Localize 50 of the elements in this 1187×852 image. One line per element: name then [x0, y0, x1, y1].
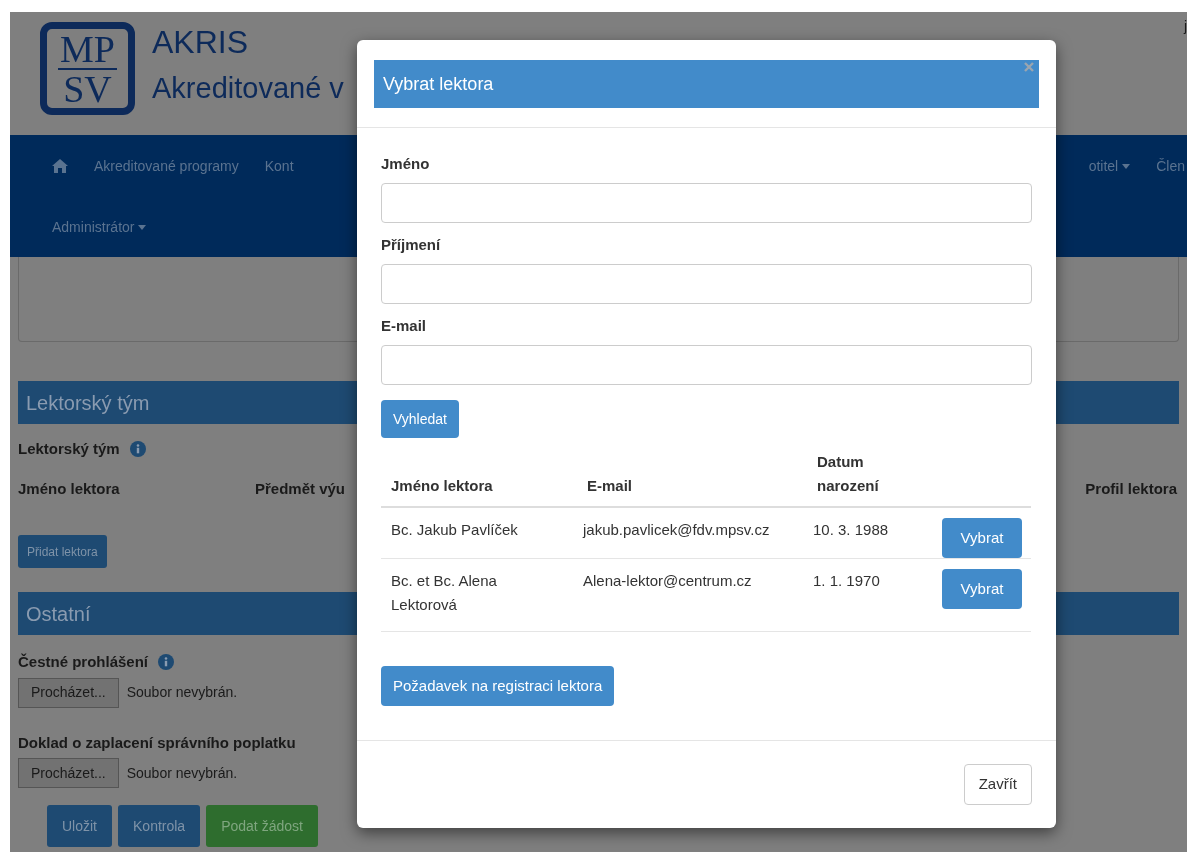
- site-title: AKRIS: [152, 23, 250, 62]
- column-header: E-mail: [587, 476, 632, 496]
- file-status: Soubor nevybrán.: [126, 683, 238, 702]
- action-button[interactable]: Uložit: [47, 805, 112, 847]
- column-header: Předmět výu: [255, 478, 346, 499]
- column-header: Jméno lektora: [391, 476, 493, 496]
- select-button[interactable]: Vybrat: [942, 518, 1022, 558]
- action-button[interactable]: Kontrola: [118, 805, 201, 847]
- field-label: Příjmení: [381, 235, 442, 255]
- select-button[interactable]: Vybrat: [942, 569, 1022, 609]
- field-label: E-mail: [381, 316, 427, 336]
- search-button[interactable]: Vyhledat: [381, 400, 459, 438]
- file-status: Soubor nevybrán.: [126, 763, 238, 783]
- info-icon: [158, 654, 175, 671]
- site-subtitle: Akreditované v: [152, 71, 344, 106]
- action-button[interactable]: Podat žádost: [206, 805, 318, 847]
- nav-link[interactable]: Kont: [264, 155, 294, 177]
- text-input[interactable]: [381, 183, 1032, 223]
- field-label: Jméno: [381, 154, 431, 174]
- table-cell: Alena-lektor@centrum.cz: [583, 572, 752, 589]
- close-icon[interactable]: [1024, 62, 1034, 72]
- nav-link[interactable]: Člen: [1156, 155, 1185, 177]
- nav-link[interactable]: Administrátor: [52, 216, 147, 238]
- logo-text: SV: [62, 69, 113, 108]
- column-header: Profil lektora: [1085, 478, 1178, 499]
- add-lecturer-button[interactable]: Přidat lektora: [18, 535, 107, 568]
- home-icon[interactable]: [52, 159, 68, 173]
- register-button[interactable]: Požadavek na registraci lektora: [381, 666, 615, 706]
- table-cell: 10. 3. 1988: [813, 521, 889, 538]
- modal-title: Vybrat lektora: [374, 60, 1039, 108]
- close-button[interactable]: Zavřít: [963, 764, 1032, 805]
- caret-icon: [1122, 163, 1131, 169]
- info-icon: [129, 441, 146, 458]
- text-input[interactable]: [381, 345, 1032, 385]
- field-label: Doklad o zaplacení správního poplatku: [18, 732, 296, 753]
- column-header: Jméno lektora: [18, 478, 121, 499]
- nav-link[interactable]: otitel: [1088, 155, 1131, 177]
- caret-icon: [138, 224, 147, 230]
- text-input[interactable]: [381, 264, 1032, 304]
- table-cell: jakub.pavlicek@fdv.mpsv.cz: [583, 521, 770, 538]
- table-cell: 1. 1. 1970: [813, 572, 880, 589]
- field-label: Lektorský tým: [18, 439, 120, 459]
- user-name: j: [1183, 17, 1187, 36]
- browse-button[interactable]: Procházet...: [18, 758, 119, 788]
- column-header: Datum narození: [817, 452, 880, 496]
- nav-link[interactable]: Akreditované programy: [94, 155, 239, 177]
- table-cell-text: Bc. Jakub Pavlíček: [391, 520, 518, 540]
- logo-text: MP: [58, 29, 117, 70]
- browse-button[interactable]: Procházet...: [18, 677, 119, 708]
- field-label: Čestné prohlášení: [18, 652, 149, 672]
